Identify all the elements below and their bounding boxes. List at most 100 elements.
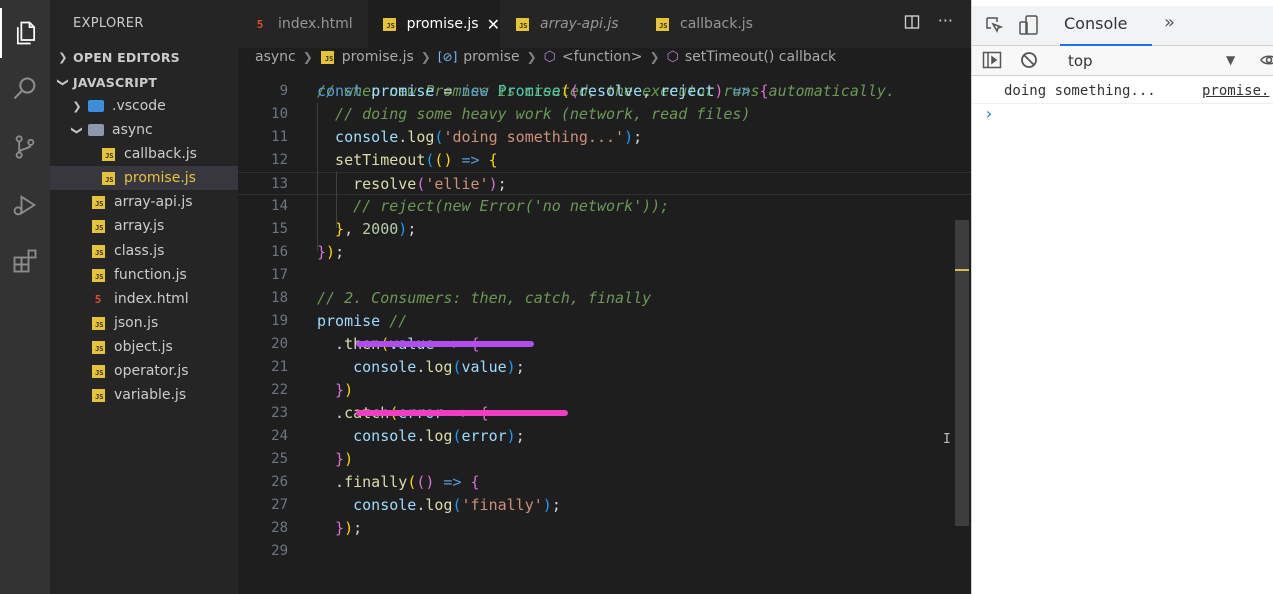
more-tabs-icon[interactable]: » <box>1164 12 1175 33</box>
code-token: . <box>317 473 345 491</box>
more-actions-icon[interactable]: ··· <box>938 11 953 34</box>
tree-item-vscode[interactable]: ❯ .vscode <box>50 94 238 118</box>
code-token: resolve <box>578 82 643 100</box>
code-token: ) <box>506 358 516 376</box>
line-number: 15 <box>271 221 288 237</box>
code-token: ; <box>353 519 363 537</box>
close-icon[interactable]: ✕ <box>487 15 500 34</box>
vscode-folder-icon <box>88 98 104 114</box>
code-token: { <box>470 473 480 491</box>
eye-icon[interactable] <box>1260 52 1273 72</box>
tree-item-json-js[interactable]: JS json.js <box>50 311 238 335</box>
code-line: 10 // doing some heavy work (network, re… <box>238 103 971 126</box>
code-token: value <box>461 358 507 376</box>
js-file-icon: JS <box>90 218 106 234</box>
code-text: }) <box>317 448 353 471</box>
editor-scrollbar[interactable] <box>955 220 969 526</box>
tree-item-array-api-js[interactable]: JS array-api.js <box>50 190 238 214</box>
code-text: resolve('ellie'); <box>317 173 507 196</box>
code-line: 9 const promise = new Promise((resolve, r… <box>238 80 971 103</box>
tree-item-async[interactable]: ❯ async <box>50 118 238 142</box>
tree-item-label: .vscode <box>112 98 166 114</box>
code-token: ) <box>344 381 354 399</box>
tree-item-label: operator.js <box>114 363 189 379</box>
js-file-icon: JS <box>90 267 106 283</box>
code-token: log <box>407 128 435 146</box>
explorer-sidebar: EXPLORER ❯ OPEN EDITORS ❯ JAVASCRIPT ❯ .… <box>50 0 238 594</box>
code-token: finally <box>344 473 408 491</box>
chevron-down-icon: ❯ <box>56 77 70 87</box>
log-message: doing something... <box>1004 83 1156 99</box>
tree-item-class-js[interactable]: JS class.js <box>50 239 238 263</box>
line-number: 18 <box>271 290 288 306</box>
split-editor-icon[interactable] <box>904 14 920 34</box>
code-token: // reject(new Error('no network')); <box>317 197 670 215</box>
tree-item-function-js[interactable]: JS function.js <box>50 263 238 287</box>
chevron-right-icon: ❯ <box>649 50 660 64</box>
code-editor[interactable]: // when new Promise is created, the exec… <box>238 66 971 594</box>
line-number: 29 <box>271 543 288 559</box>
tab-promise-js[interactable]: JS promise.js ✕ <box>368 0 500 48</box>
tab-console[interactable]: Console <box>1064 14 1128 33</box>
tab-array-api-js[interactable]: JS array-api.js <box>500 0 636 48</box>
code-line: 20 .then(value => { <box>238 333 971 356</box>
tree-item-callback-js[interactable]: JS callback.js <box>50 142 238 166</box>
code-line: 11 console.log('doing something...'); <box>238 126 971 149</box>
breadcrumb-folder[interactable]: async <box>255 49 296 65</box>
code-token: console <box>317 358 417 376</box>
tree-item-label: promise.js <box>124 170 196 186</box>
chevron-right-icon: ❯ <box>58 50 68 64</box>
breadcrumb-symbol[interactable]: promise <box>463 49 519 65</box>
tree-item-label: class.js <box>114 243 165 259</box>
console-prompt[interactable]: › <box>984 104 994 123</box>
code-token: new <box>461 82 498 100</box>
device-toggle-icon[interactable] <box>1018 14 1040 40</box>
line-number: 21 <box>271 359 288 375</box>
tree-item-promise-js[interactable]: JS promise.js <box>50 166 238 190</box>
breadcrumb-symbol[interactable]: <function> <box>562 49 643 65</box>
javascript-folder-section[interactable]: ❯ JAVASCRIPT <box>50 70 238 94</box>
dropdown-arrow-icon[interactable]: ▼ <box>1226 53 1235 67</box>
tree-item-label: async <box>112 122 153 138</box>
code-token: { <box>759 82 769 100</box>
code-text: promise // <box>317 310 407 333</box>
text-cursor-icon: I <box>943 432 951 447</box>
open-editors-section[interactable]: ❯ OPEN EDITORS <box>50 45 238 69</box>
source-control-icon[interactable] <box>0 122 50 172</box>
log-source-link[interactable]: promise. <box>1202 83 1269 99</box>
search-icon[interactable] <box>0 64 50 114</box>
devtools-panel: Console » top ▼ doing something... promi… <box>971 0 1273 594</box>
tree-item-array-js[interactable]: JS array.js <box>50 214 238 238</box>
code-text: }); <box>317 517 362 540</box>
code-token: log <box>425 496 453 514</box>
function-symbol-icon: ⬡ <box>666 49 679 65</box>
files-icon[interactable] <box>0 8 50 58</box>
tab-index-html[interactable]: 5 index.html <box>238 0 368 48</box>
run-debug-icon[interactable] <box>0 180 50 230</box>
variable-symbol-icon: [⊘] <box>437 50 458 64</box>
activity-bar <box>0 0 50 594</box>
breadcrumb-symbol[interactable]: setTimeout() callback <box>685 49 836 65</box>
clear-console-icon[interactable] <box>1020 51 1038 73</box>
inspect-element-icon[interactable] <box>984 15 1004 39</box>
extensions-icon[interactable] <box>0 236 50 286</box>
context-selector[interactable]: top <box>1068 52 1093 70</box>
code-token: ; <box>551 496 561 514</box>
code-token: . <box>317 404 345 422</box>
breadcrumb-file[interactable]: promise.js <box>342 49 414 65</box>
tree-item-index-html[interactable]: 5 index.html <box>50 287 238 311</box>
tree-item-label: json.js <box>114 315 159 331</box>
code-text: console.log(error); <box>317 425 525 448</box>
code-line: 16}); <box>238 241 971 264</box>
editor-actions: ··· <box>904 11 953 34</box>
tab-callback-js[interactable]: JS callback.js <box>640 0 770 48</box>
sidebar-toggle-icon[interactable] <box>982 51 1002 73</box>
strikethrough-mark <box>356 341 534 347</box>
code-line: 28 }); <box>238 517 971 540</box>
code-token: ; <box>497 175 507 193</box>
tree-item-object-js[interactable]: JS object.js <box>50 335 238 359</box>
code-token: promise <box>317 312 381 330</box>
tab-label: index.html <box>278 16 353 32</box>
tree-item-variable-js[interactable]: JS variable.js <box>50 383 238 407</box>
tree-item-operator-js[interactable]: JS operator.js <box>50 359 238 383</box>
